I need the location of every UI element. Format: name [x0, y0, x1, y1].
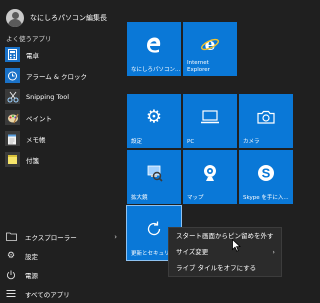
svg-text:e: e [205, 35, 216, 53]
power-icon [5, 269, 17, 281]
app-label: ペイント [26, 114, 52, 123]
menu-item-label: スタート画面からピン留めを外す [176, 232, 274, 240]
tile-label: 設定 [131, 138, 143, 145]
power-item[interactable]: 電源 [5, 265, 117, 284]
skype-icon: S [256, 163, 276, 183]
app-paint[interactable]: ペイント [5, 108, 87, 127]
app-notepad[interactable]: メモ帳 [5, 129, 87, 148]
internet-explorer-icon: e [200, 35, 220, 53]
camera-icon [257, 110, 275, 124]
notepad-icon [5, 131, 20, 146]
most-used-list: 電卓 アラーム & クロック Snipping Tool ペイント メモ帳 付箋 [5, 45, 87, 171]
most-used-heading: よく使うアプリ [6, 35, 52, 43]
app-label: 電卓 [26, 51, 39, 60]
tile-camera[interactable]: カメラ [239, 94, 293, 148]
tile-label: なにしろパソコン... [131, 66, 181, 73]
avatar [6, 9, 24, 27]
tile-settings[interactable]: ⚙ 設定 [127, 94, 181, 148]
app-calculator[interactable]: 電卓 [5, 45, 87, 64]
menu-item-unpin[interactable]: スタート画面からピン留めを外す [169, 229, 281, 244]
power-label: 電源 [25, 271, 38, 280]
tile-nashiro-pc[interactable]: なにしろパソコン... [127, 22, 181, 76]
svg-text:S: S [262, 165, 271, 180]
alarm-clock-icon [5, 68, 20, 83]
menu-item-live-tile-off[interactable]: ライブ タイルをオフにする [169, 261, 281, 276]
app-label: 付箋 [26, 156, 39, 165]
app-label: アラーム & クロック [26, 72, 88, 81]
app-label: Snipping Tool [26, 92, 70, 101]
settings-label: 設定 [25, 252, 38, 261]
folder-icon [5, 231, 17, 243]
menu-item-label: サイズ変更 [176, 248, 209, 256]
gear-icon: ⚙ [6, 250, 16, 261]
tile-pc[interactable]: PC [183, 94, 237, 148]
tile-maps[interactable]: マップ [183, 150, 237, 204]
all-apps-item[interactable]: すべてのアプリ [5, 284, 117, 303]
tile-label: PC [187, 138, 195, 145]
app-label: メモ帳 [26, 135, 46, 144]
tile-label: カメラ [243, 138, 260, 145]
app-alarms-clock[interactable]: アラーム & クロック [5, 66, 87, 85]
gear-icon: ⚙ [145, 106, 163, 128]
menu-item-resize[interactable]: サイズ変更 › [169, 245, 281, 260]
menu-item-label: ライブ タイルをオフにする [176, 264, 257, 272]
user-account[interactable]: なにしろパソコン編集長 [6, 7, 107, 29]
file-explorer-label: エクスプローラー [25, 233, 77, 242]
list-icon [5, 288, 17, 300]
tile-label-line2: Explorer [187, 66, 210, 73]
app-sticky-notes[interactable]: 付箋 [5, 150, 87, 169]
tile-skype[interactable]: S Skype を手に入... [239, 150, 293, 204]
file-explorer-item[interactable]: エクスプローラー › [5, 227, 117, 246]
chevron-right-icon: › [272, 248, 275, 256]
user-name: なにしろパソコン編集長 [30, 14, 107, 22]
app-snipping-tool[interactable]: Snipping Tool [5, 87, 87, 106]
laptop-icon [200, 110, 220, 124]
sticky-note-icon [5, 152, 20, 167]
webcam-icon [202, 164, 218, 182]
chevron-right-icon[interactable]: › [114, 233, 117, 241]
tile-internet-explorer[interactable]: e Internet Explorer [183, 22, 237, 76]
tile-context-menu: スタート画面からピン留めを外す サイズ変更 › ライブ タイルをオフにする [168, 227, 282, 277]
tile-label: マップ [187, 194, 204, 201]
start-left-column: なにしろパソコン編集長 よく使うアプリ 電卓 アラーム & クロック Snipp… [0, 0, 122, 303]
scissors-icon [5, 89, 20, 104]
paint-palette-icon [5, 110, 20, 125]
tile-label: Internet Explorer [187, 60, 210, 73]
tile-label-line1: Internet [187, 60, 209, 66]
tile-magnifier[interactable]: 拡大鏡 [127, 150, 181, 204]
start-menu: なにしろパソコン編集長 よく使うアプリ 電卓 アラーム & クロック Snipp… [0, 0, 300, 303]
tile-label: 拡大鏡 [131, 194, 148, 201]
calculator-icon [5, 47, 20, 62]
start-bottom-list: エクスプローラー › ⚙ 設定 電源 すべてのアプリ [5, 227, 117, 303]
tile-label: Skype を手に入... [243, 194, 289, 201]
all-apps-label: すべてのアプリ [25, 290, 70, 299]
refresh-icon [145, 220, 163, 238]
edge-icon [145, 36, 163, 54]
magnifier-icon [145, 164, 163, 182]
settings-item[interactable]: ⚙ 設定 [5, 246, 117, 265]
